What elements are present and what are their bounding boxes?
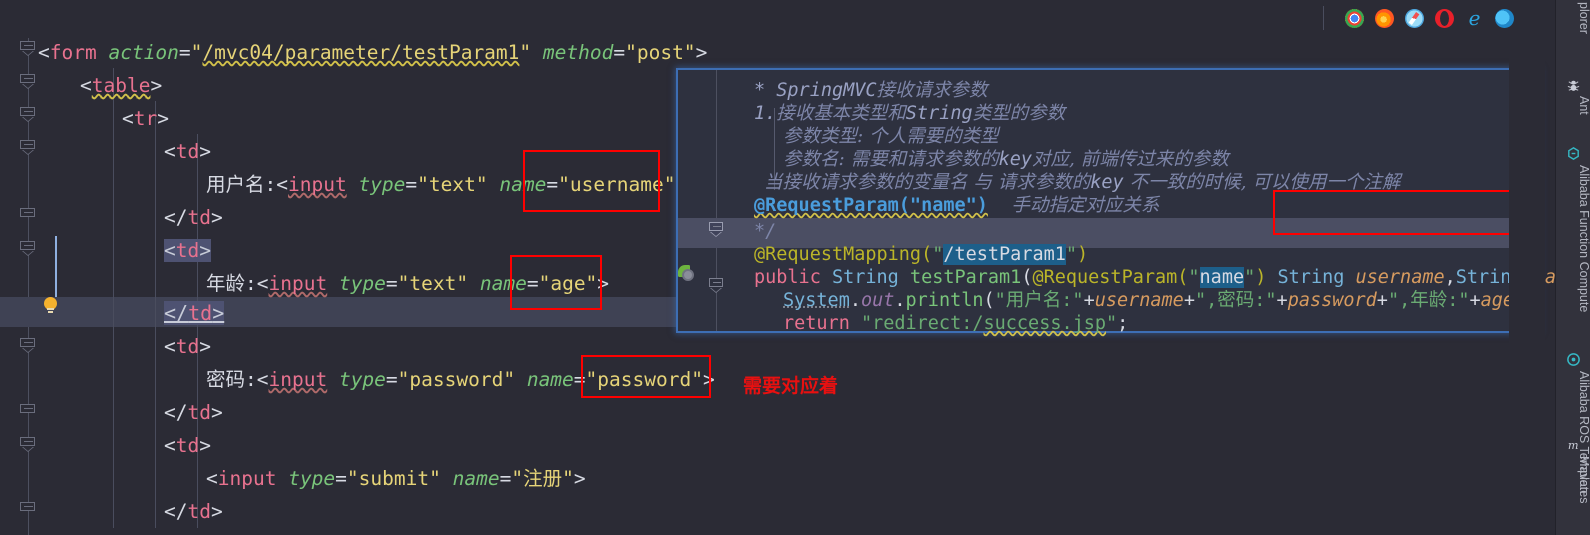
indent-guide-3 xyxy=(197,134,198,528)
code-line-4[interactable]: <td> xyxy=(164,137,211,167)
editor-scrollbar[interactable] xyxy=(1509,0,1545,535)
popup-fold-marker-doc[interactable] xyxy=(709,222,724,236)
popup-fold-marker-method[interactable] xyxy=(709,278,724,292)
popup-gutter xyxy=(678,70,740,331)
intention-bulb-icon[interactable] xyxy=(43,297,59,313)
code-line-3[interactable]: <tr> xyxy=(122,104,169,134)
return-line[interactable]: return "redirect:/success.jsp"; xyxy=(783,309,1128,339)
fold-marker-10[interactable] xyxy=(20,502,37,515)
annotation-note: 需要对应着 xyxy=(743,375,839,397)
alibaba-fc-icon xyxy=(1566,146,1581,161)
code-line-2[interactable]: <table> xyxy=(80,71,162,101)
annotation-box-password xyxy=(581,355,711,398)
chrome-icon[interactable] xyxy=(1345,9,1364,28)
code-line-7[interactable]: <td> xyxy=(164,236,211,266)
maven-icon: m xyxy=(1566,437,1581,452)
code-line-13[interactable]: <td> xyxy=(164,431,211,461)
right-tool-sidebar[interactable]: plorer Ant Alibaba Function Compute Alib… xyxy=(1555,0,1590,535)
fold-marker-2[interactable] xyxy=(20,74,37,88)
browser-launch-bar[interactable]: e xyxy=(1345,8,1514,29)
opera-icon[interactable] xyxy=(1435,9,1454,28)
fold-marker-7[interactable] xyxy=(20,338,37,352)
toolbar-divider xyxy=(1323,6,1324,30)
svg-text:m: m xyxy=(1568,439,1579,452)
sidebar-item-maven[interactable]: Maven xyxy=(1556,456,1590,531)
fold-marker-8[interactable] xyxy=(20,404,37,417)
sidebar-item-explorer[interactable]: plorer xyxy=(1556,2,1590,64)
firefox-icon[interactable] xyxy=(1375,9,1394,28)
code-line-14[interactable]: <input type="submit" name="注册"> xyxy=(206,464,586,494)
documentation-popup[interactable]: * SpringMVC接收请求参数 1.接收基本类型和String类型的参数 参… xyxy=(676,68,1590,334)
code-line-9-current[interactable]: </td> xyxy=(164,298,225,328)
code-line-12[interactable]: </td> xyxy=(164,398,223,428)
edge-legacy-icon[interactable]: e xyxy=(1465,8,1484,28)
code-line-1[interactable]: <form action="/mvc04/parameter/testParam… xyxy=(38,38,707,68)
fold-marker-4[interactable] xyxy=(20,140,37,154)
code-line-10[interactable]: <td> xyxy=(164,332,211,362)
javadoc-line-6: @RequestParam("name") 手动指定对应关系 xyxy=(754,195,1160,216)
fold-marker-5[interactable] xyxy=(20,208,37,221)
indent-guide-2 xyxy=(155,101,156,528)
editor-gutter[interactable] xyxy=(0,0,68,535)
fold-marker-1[interactable] xyxy=(20,41,37,55)
sidebar-item-ant[interactable]: Ant xyxy=(1556,96,1590,130)
code-line-6[interactable]: </td> xyxy=(164,203,223,233)
annotation-box-age xyxy=(510,255,602,310)
alibaba-ros-icon xyxy=(1566,352,1581,367)
fold-marker-9[interactable] xyxy=(20,437,37,451)
fold-marker-3[interactable] xyxy=(20,107,37,121)
ant-icon xyxy=(1566,78,1581,93)
annotation-box-params xyxy=(1273,190,1541,235)
edge-icon[interactable] xyxy=(1495,9,1514,28)
spring-bean-gutter-icon[interactable] xyxy=(678,265,695,282)
fold-marker-6[interactable] xyxy=(20,241,37,255)
annotation-box-username xyxy=(523,150,660,212)
safari-icon[interactable] xyxy=(1405,9,1424,28)
sidebar-item-alibaba-function-compute[interactable]: Alibaba Function Compute xyxy=(1556,165,1590,343)
code-line-15[interactable]: </td> xyxy=(164,497,223,527)
indent-guide-1 xyxy=(113,68,114,528)
